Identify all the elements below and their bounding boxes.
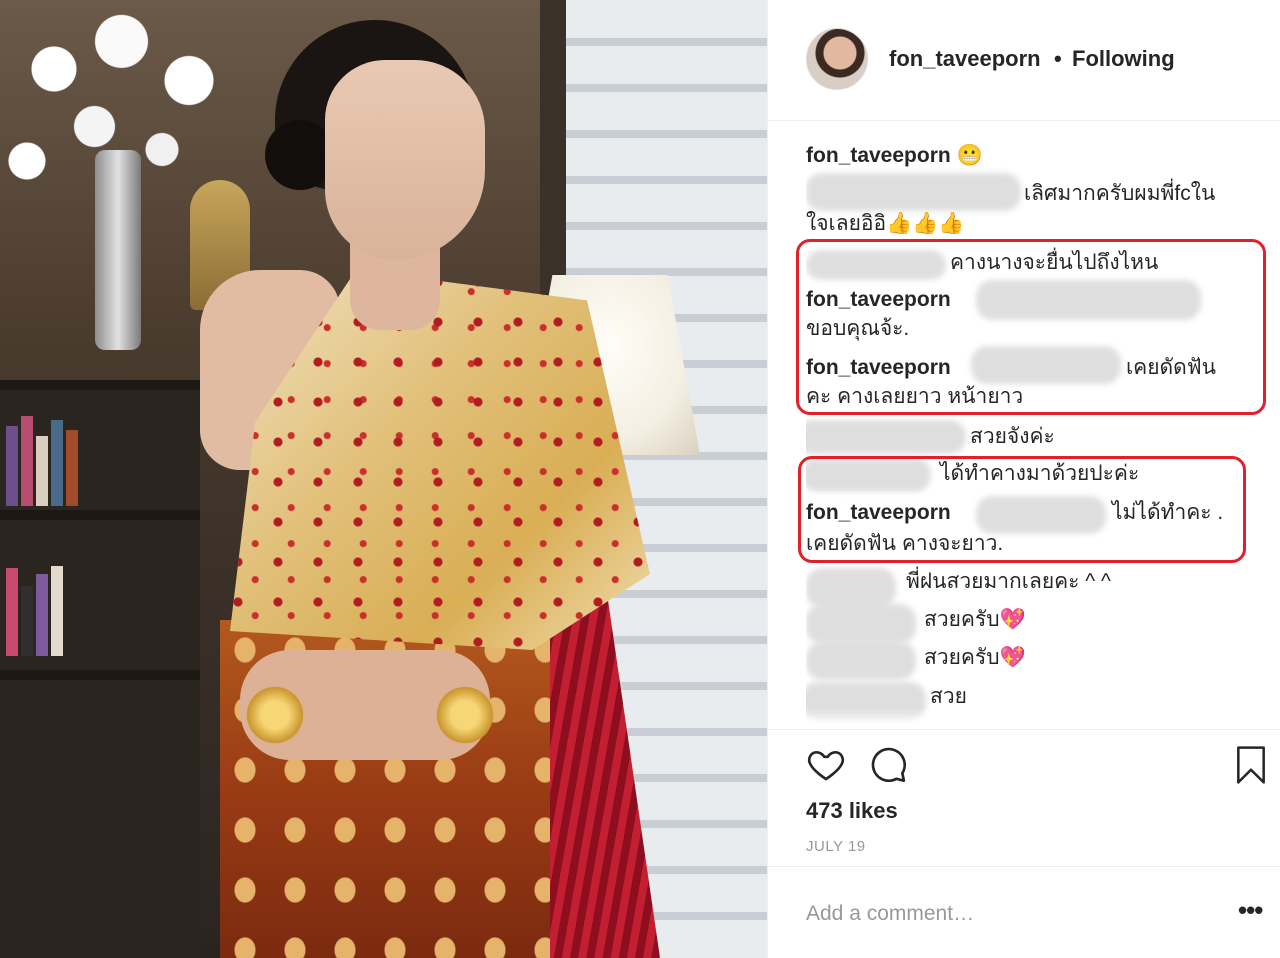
blurred-mention <box>976 496 1106 534</box>
comment-text: เคยดัดฟัน <box>1126 356 1217 379</box>
comment-username[interactable]: fon_taveeporn <box>806 144 951 167</box>
face <box>325 60 485 260</box>
gold-bangle <box>245 680 305 750</box>
blurred-username <box>806 458 931 492</box>
post-photo[interactable] <box>0 0 767 958</box>
comment-username[interactable]: fon_taveeporn <box>806 288 951 311</box>
comment-text: เลิศมากครับผมพี่fcใน <box>1024 182 1216 205</box>
post-actions: 473 likes JULY 19 <box>768 729 1280 867</box>
comment-text: 😬 <box>956 144 983 167</box>
books-row <box>6 560 63 656</box>
following-button[interactable]: Following <box>1072 46 1175 72</box>
comment-item: fon_taveeporn 😬 <box>806 142 983 170</box>
blurred-username <box>806 568 896 608</box>
add-comment-input[interactable] <box>806 897 1186 931</box>
header-username[interactable]: fon_taveeporn <box>889 46 1041 72</box>
comment-username[interactable]: fon_taveeporn <box>806 501 951 524</box>
comment-text: ไม่ได้ทำคะ . <box>1112 501 1224 524</box>
add-comment-section: ••• <box>768 866 1280 958</box>
blurred-username <box>806 250 946 280</box>
bookshelf <box>0 380 200 958</box>
blurred-username <box>806 420 966 454</box>
comment-item: fon_taveeporn <box>806 499 951 527</box>
shelf-board <box>0 670 200 680</box>
comment-text: คะ คางเลยยาว หน้ายาว <box>806 385 1024 408</box>
shelf-board <box>0 510 200 520</box>
bookmark-icon[interactable] <box>1232 744 1270 791</box>
comments-list[interactable]: fon_taveeporn 😬 เลิศมากครับผมพี่fcใน ใจเ… <box>806 138 1246 728</box>
comment-text: คางนางจะยื่นไปถึงไหน <box>950 251 1159 274</box>
header-separator: • <box>1054 46 1062 71</box>
comment-text: สวยครับ💖 <box>924 646 1026 669</box>
blurred-username <box>806 642 916 680</box>
shelf-board <box>0 380 200 390</box>
comment-bubble-icon[interactable] <box>868 744 908 789</box>
comment-text: ขอบคุณจ้ะ. <box>806 317 910 340</box>
comment-text: ได้ทำคางมาด้วยปะค่ะ <box>940 462 1140 485</box>
comment-item: fon_taveeporn <box>806 354 951 382</box>
likes-count[interactable]: 473 likes <box>806 798 898 824</box>
post-date: JULY 19 <box>806 838 866 855</box>
more-options-button[interactable]: ••• <box>1238 895 1263 926</box>
blurred-mention <box>976 280 1201 320</box>
blurred-mention <box>971 346 1121 384</box>
comment-text: พี่ฝนสวยมากเลยคะ ^ ^ <box>906 570 1111 593</box>
comment-item: fon_taveeporn <box>806 286 951 314</box>
woman-in-thai-dress <box>190 20 670 958</box>
heart-icon[interactable] <box>806 744 846 789</box>
scroll-fade <box>806 708 1246 728</box>
comment-text: เคยดัดฟัน คางจะยาว. <box>806 532 1004 555</box>
post-side-panel: fon_taveeporn • Following fon_taveeporn … <box>767 0 1280 958</box>
comment-text: สวยครับ💖 <box>924 608 1026 631</box>
comment-text: สวย <box>930 685 967 708</box>
books-row <box>6 410 78 506</box>
blurred-username <box>806 173 1021 211</box>
comment-text: สวยจังค่ะ <box>970 425 1055 448</box>
comment-username[interactable]: fon_taveeporn <box>806 356 951 379</box>
post-header: fon_taveeporn • Following <box>768 0 1280 121</box>
gold-bangle <box>435 680 495 750</box>
blurred-username <box>806 604 916 644</box>
comment-text: ใจเลยอิอิ👍👍👍 <box>806 212 965 235</box>
avatar[interactable] <box>806 28 868 90</box>
